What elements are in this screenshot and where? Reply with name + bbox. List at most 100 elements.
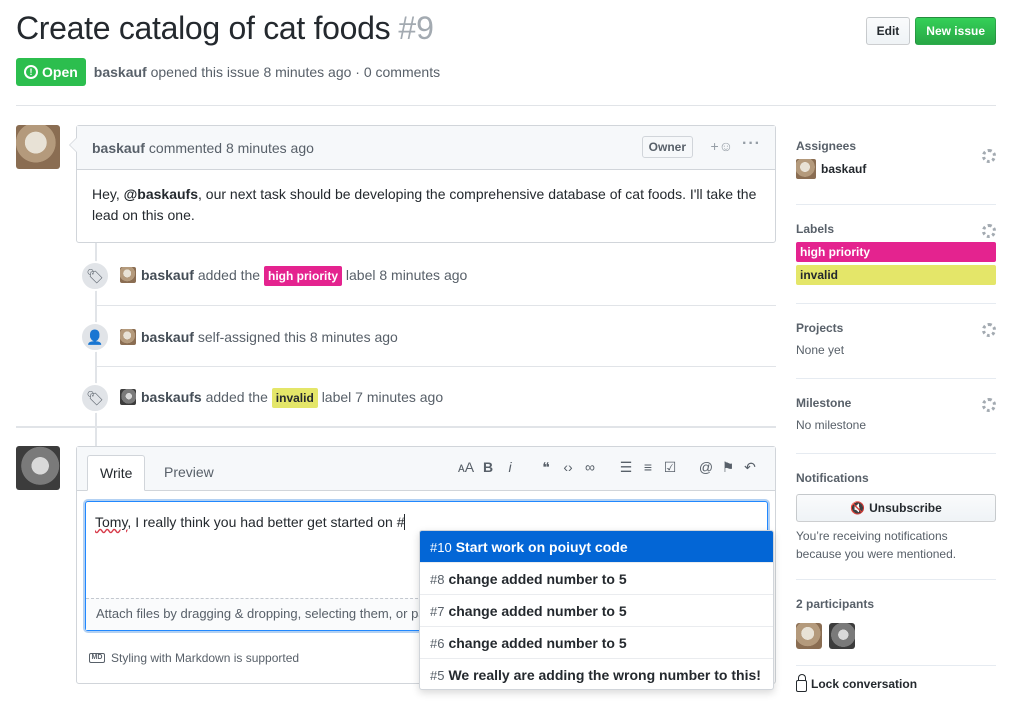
suggestion-title: Start work on poiuyt code bbox=[455, 539, 628, 555]
toolbar-gap bbox=[681, 459, 695, 476]
issue-author-link[interactable]: baskauf bbox=[94, 64, 147, 80]
misspelled-word: Tomy bbox=[95, 514, 128, 530]
comment-time[interactable]: commented 8 minutes ago bbox=[149, 140, 314, 156]
lock-conversation-link[interactable]: Lock conversation bbox=[796, 674, 996, 692]
toolbar-gap bbox=[521, 459, 535, 476]
event-pre: added the bbox=[197, 267, 261, 283]
code-icon[interactable]: ‹› bbox=[557, 459, 579, 476]
event-post: label 8 minutes ago bbox=[345, 267, 468, 283]
timeline-end-divider bbox=[16, 426, 776, 428]
task-list-icon[interactable]: ☑ bbox=[659, 459, 681, 476]
issue-header: Create catalog of cat foods #9 Edit New … bbox=[16, 10, 996, 106]
title-row: Create catalog of cat foods #9 bbox=[16, 10, 996, 47]
italic-icon[interactable]: i bbox=[499, 459, 521, 476]
assignee-entry[interactable]: baskauf bbox=[796, 159, 996, 179]
suggestion-item[interactable]: #6 change added number to 5 bbox=[420, 627, 773, 659]
mute-icon: 🔇 bbox=[850, 501, 866, 515]
unsubscribe-button[interactable]: 🔇 Unsubscribe bbox=[796, 494, 996, 522]
tag-icon: 🏷 bbox=[80, 261, 110, 291]
mention-icon[interactable]: @ bbox=[695, 459, 717, 476]
suggestion-item[interactable]: #7 change added number to 5 bbox=[420, 595, 773, 627]
suggestion-item[interactable]: #10 Start work on poiuyt code bbox=[420, 531, 773, 563]
sidebar-label-invalid[interactable]: invalid bbox=[796, 265, 996, 285]
suggestion-number: #7 bbox=[430, 604, 445, 619]
comment-author-avatar[interactable] bbox=[16, 125, 60, 169]
reply-icon[interactable]: ↶ bbox=[739, 459, 761, 476]
issue-meta: ! Open baskauf opened this issue 8 minut… bbox=[16, 58, 440, 86]
avatar[interactable] bbox=[120, 389, 136, 405]
more-options-icon[interactable]: ··· bbox=[742, 135, 761, 153]
comment-author[interactable]: baskauf bbox=[92, 140, 145, 156]
milestone-title[interactable]: Milestone bbox=[796, 390, 996, 416]
edit-button[interactable]: Edit bbox=[865, 17, 911, 45]
toolbar-gap bbox=[601, 459, 615, 476]
meta-detail: opened this issue 8 minutes ago · 0 comm… bbox=[150, 64, 441, 80]
assignee-name: baskauf bbox=[821, 162, 867, 176]
participant-avatar[interactable] bbox=[796, 623, 822, 649]
event-pre: added the bbox=[205, 389, 268, 405]
timeline-event-labeled: 🏷 baskauf added the high priority label … bbox=[80, 246, 776, 306]
projects-section: Projects None yet bbox=[796, 304, 996, 379]
header-text-icon[interactable]: ᴀA bbox=[455, 459, 477, 476]
tab-preview[interactable]: Preview bbox=[152, 455, 226, 491]
avatar bbox=[796, 159, 816, 179]
suggestion-item[interactable]: #8 change added number to 5 bbox=[420, 563, 773, 595]
participant-avatar[interactable] bbox=[829, 623, 855, 649]
milestone-section: Milestone No milestone bbox=[796, 379, 996, 454]
suggestion-number: #5 bbox=[430, 668, 445, 683]
suggestion-item[interactable]: #5 We really are adding the wrong number … bbox=[420, 659, 773, 689]
reference-icon[interactable]: ⚑ bbox=[717, 459, 739, 476]
state-badge: ! Open bbox=[16, 58, 86, 86]
comment-text-start: Hey, bbox=[92, 186, 124, 202]
quote-icon[interactable]: ❝ bbox=[535, 459, 557, 476]
label-invalid[interactable]: invalid bbox=[271, 388, 318, 408]
bold-icon[interactable]: B bbox=[477, 459, 499, 476]
current-user-avatar[interactable] bbox=[16, 446, 60, 490]
projects-value: None yet bbox=[796, 343, 845, 357]
unsubscribe-label: Unsubscribe bbox=[869, 501, 942, 515]
labels-title[interactable]: Labels bbox=[796, 216, 996, 242]
event-text: baskaufs added the invalid label 7 minut… bbox=[120, 388, 443, 408]
meta-text: baskauf opened this issue 8 minutes ago … bbox=[94, 64, 440, 80]
label-high-priority[interactable]: high priority bbox=[264, 266, 342, 286]
avatar[interactable] bbox=[120, 267, 136, 283]
event-actor[interactable]: baskauf bbox=[141, 329, 194, 345]
state-label: Open bbox=[42, 64, 78, 80]
event-actor[interactable]: baskaufs bbox=[141, 389, 202, 405]
gear-icon[interactable] bbox=[982, 398, 996, 412]
gear-icon[interactable] bbox=[982, 149, 996, 163]
avatar[interactable] bbox=[120, 329, 136, 345]
gear-icon[interactable] bbox=[982, 323, 996, 337]
tab-write[interactable]: Write bbox=[87, 455, 146, 491]
lock-section: Lock conversation bbox=[796, 666, 996, 692]
event-actor[interactable]: baskauf bbox=[141, 267, 194, 283]
projects-title[interactable]: Projects bbox=[796, 315, 996, 341]
suggestion-number: #6 bbox=[430, 636, 445, 651]
gear-icon[interactable] bbox=[982, 224, 996, 238]
timeline-event-assigned: 👤 baskauf self-assigned this 8 minutes a… bbox=[80, 307, 776, 367]
markdown-icon: MD bbox=[89, 653, 105, 663]
sidebar-label-high-priority[interactable]: high priority bbox=[796, 242, 996, 262]
markdown-note-text[interactable]: Styling with Markdown is supported bbox=[111, 651, 299, 665]
participants-title: 2 participants bbox=[796, 597, 875, 611]
numbered-list-icon[interactable]: ≡ bbox=[637, 459, 659, 476]
bulleted-list-icon[interactable]: ☰ bbox=[615, 459, 637, 476]
owner-badge: Owner bbox=[641, 136, 693, 158]
new-issue-button[interactable]: New issue bbox=[915, 17, 996, 45]
link-icon[interactable]: ∞ bbox=[579, 459, 601, 476]
suggestion-title: change added number to 5 bbox=[448, 571, 627, 587]
labels-section: Labels high priority invalid bbox=[796, 205, 996, 304]
issue-comment: baskauf commented 8 minutes ago Owner +☺… bbox=[69, 125, 776, 243]
event-text: baskauf self-assigned this 8 minutes ago bbox=[120, 329, 398, 345]
issue-sidebar: Assignees baskauf Labels high priority i… bbox=[796, 125, 996, 692]
person-icon: 👤 bbox=[80, 322, 110, 352]
tag-icon: 🏷 bbox=[80, 383, 110, 413]
milestone-value: No milestone bbox=[796, 418, 867, 432]
assignees-title[interactable]: Assignees bbox=[796, 133, 996, 159]
typed-text: , I really think you had better get star… bbox=[127, 514, 405, 530]
suggestion-number: #10 bbox=[430, 540, 452, 555]
suggestion-title: change added number to 5 bbox=[448, 603, 627, 619]
suggestion-title: We really are adding the wrong number to… bbox=[448, 667, 761, 683]
add-reaction-icon[interactable]: +☺ bbox=[711, 138, 733, 154]
user-mention[interactable]: @baskaufs bbox=[124, 186, 198, 202]
